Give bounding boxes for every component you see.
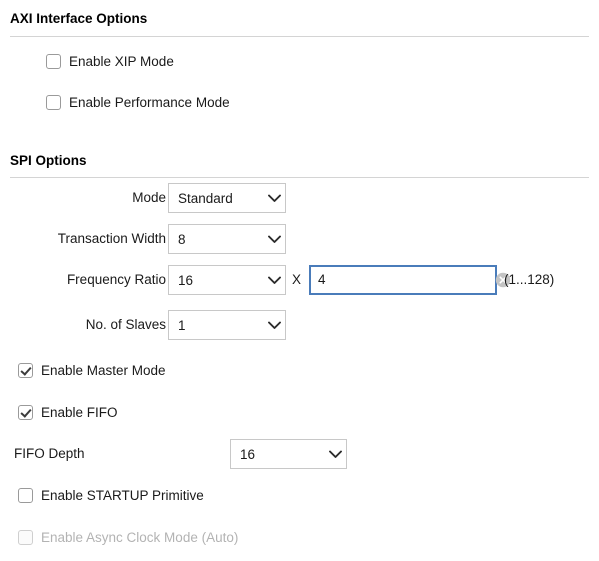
checkbox-enable-async-clock-mode: Enable Async Clock Mode (Auto) bbox=[18, 530, 238, 545]
checkbox-label-enable-master-mode: Enable Master Mode bbox=[41, 363, 166, 378]
dropdown-fifo-depth-value: 16 bbox=[240, 446, 256, 462]
label-fifo-depth: FIFO Depth bbox=[14, 446, 85, 461]
label-transaction-width: Transaction Width bbox=[57, 231, 166, 246]
dropdown-no-of-slaves[interactable]: 1 bbox=[168, 310, 286, 340]
frequency-ratio-range-hint: (1...128) bbox=[504, 272, 555, 287]
checkbox-enable-performance-mode[interactable]: Enable Performance Mode bbox=[46, 95, 230, 110]
label-frequency-ratio: Frequency Ratio bbox=[66, 272, 166, 287]
section-divider-axi bbox=[10, 36, 589, 37]
dropdown-mode[interactable]: Standard bbox=[168, 183, 286, 213]
dropdown-no-of-slaves-value: 1 bbox=[178, 317, 186, 333]
dropdown-mode-value: Standard bbox=[178, 190, 233, 206]
dropdown-frequency-ratio[interactable]: 16 bbox=[168, 265, 286, 295]
dropdown-fifo-depth[interactable]: 16 bbox=[230, 439, 347, 469]
checkbox-enable-master-mode[interactable]: Enable Master Mode bbox=[18, 363, 166, 378]
section-header-axi-interface-options: AXI Interface Options bbox=[10, 11, 148, 26]
checkbox-label-enable-async-clock-mode: Enable Async Clock Mode (Auto) bbox=[41, 530, 239, 545]
label-no-of-slaves: No. of Slaves bbox=[85, 317, 166, 332]
chevron-down-icon bbox=[263, 183, 285, 213]
section-divider-spi bbox=[10, 177, 589, 178]
checkbox-label-enable-xip-mode: Enable XIP Mode bbox=[69, 54, 174, 69]
dropdown-frequency-ratio-value: 16 bbox=[178, 272, 194, 288]
checkbox-box-enable-xip-mode[interactable] bbox=[46, 54, 61, 69]
checkbox-box-enable-fifo[interactable] bbox=[18, 405, 33, 420]
chevron-down-icon bbox=[263, 310, 285, 340]
input-frequency-ratio-factor[interactable] bbox=[309, 265, 511, 295]
spi-configuration-panel: AXI Interface Options Enable XIP Mode En… bbox=[0, 0, 599, 561]
checkbox-box-enable-performance-mode[interactable] bbox=[46, 95, 61, 110]
checkbox-box-enable-startup-primitive[interactable] bbox=[18, 488, 33, 503]
checkbox-box-enable-async-clock-mode bbox=[18, 530, 33, 545]
checkbox-label-enable-fifo: Enable FIFO bbox=[41, 405, 118, 420]
checkbox-enable-xip-mode[interactable]: Enable XIP Mode bbox=[46, 54, 174, 69]
dropdown-transaction-width-value: 8 bbox=[178, 231, 186, 247]
checkbox-label-enable-startup-primitive: Enable STARTUP Primitive bbox=[41, 488, 204, 503]
checkbox-box-enable-master-mode[interactable] bbox=[18, 363, 33, 378]
checkbox-label-enable-performance-mode: Enable Performance Mode bbox=[69, 95, 230, 110]
checkbox-enable-fifo[interactable]: Enable FIFO bbox=[18, 405, 118, 420]
chevron-down-icon bbox=[263, 224, 285, 254]
checkbox-enable-startup-primitive[interactable]: Enable STARTUP Primitive bbox=[18, 488, 204, 503]
input-frequency-ratio-factor-value[interactable] bbox=[318, 268, 495, 292]
label-mode: Mode bbox=[132, 190, 166, 205]
frequency-ratio-multiplier-symbol: X bbox=[292, 272, 302, 287]
dropdown-transaction-width[interactable]: 8 bbox=[168, 224, 286, 254]
chevron-down-icon bbox=[324, 439, 346, 469]
section-header-spi-options: SPI Options bbox=[10, 153, 87, 168]
chevron-down-icon bbox=[263, 265, 285, 295]
